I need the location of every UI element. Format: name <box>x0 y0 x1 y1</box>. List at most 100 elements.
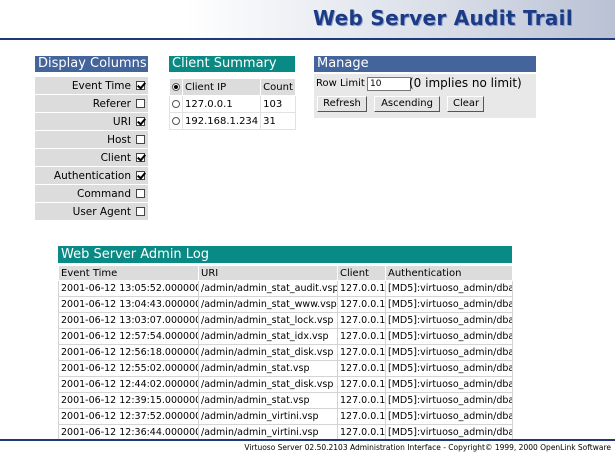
uri-header: URI <box>198 265 338 281</box>
client-radio-127-0-0-1[interactable] <box>172 99 180 108</box>
manage-body: Row Limit (0 implies no limit) Refresh A… <box>314 74 536 118</box>
uri-checkbox[interactable] <box>136 117 145 126</box>
log-client: 127.0.0.1 <box>337 360 386 377</box>
log-auth: [MD5]:virtuoso_admin/dba <box>385 408 513 425</box>
footer-copyright: Virtuoso Server 02.50.2103 Administratio… <box>244 443 611 452</box>
admin-log-panel: Web Server Admin Log Event Time URI Clie… <box>58 246 513 441</box>
display-columns-title: Display Columns <box>35 56 148 74</box>
log-event-time: 2001-06-12 12:55:02.000000 <box>58 360 199 377</box>
host-checkbox[interactable] <box>136 135 145 144</box>
column-option-label: Event Time <box>71 79 131 92</box>
column-option-client: Client <box>35 149 148 167</box>
client-checkbox[interactable] <box>136 153 145 162</box>
log-uri: /admin/admin_stat.vsp <box>198 392 338 409</box>
log-event-time: 2001-06-12 12:57:54.000000 <box>58 328 199 345</box>
log-auth: [MD5]:virtuoso_admin/dba <box>385 312 513 329</box>
log-row: 2001-06-12 12:57:54.000000 /admin/admin_… <box>58 328 513 345</box>
log-event-time: 2001-06-12 13:05:52.000000 <box>58 280 199 297</box>
column-option-event-time: Event Time <box>35 77 148 95</box>
referer-checkbox[interactable] <box>136 99 145 108</box>
row-limit-input[interactable] <box>367 77 411 91</box>
log-client: 127.0.0.1 <box>337 312 386 329</box>
authentication-header: Authentication <box>385 265 513 281</box>
manage-title: Manage <box>314 56 536 74</box>
log-client: 127.0.0.1 <box>337 328 386 345</box>
all-clients-radio[interactable] <box>172 82 180 91</box>
column-option-referer: Referer <box>35 95 148 113</box>
log-header-row: Event Time URI Client Authentication <box>58 265 513 281</box>
log-auth: [MD5]:virtuoso_admin/dba <box>385 280 513 297</box>
admin-log-title: Web Server Admin Log <box>58 246 512 265</box>
log-client: 127.0.0.1 <box>337 408 386 425</box>
client-summary-panel: Client Summary Client IP Count 127.0.0.1… <box>169 56 296 130</box>
row-limit-label: Row Limit <box>316 78 365 89</box>
log-event-time: 2001-06-12 12:39:15.000000 <box>58 392 199 409</box>
column-option-label: Client <box>100 151 131 164</box>
column-option-label: Command <box>77 187 131 200</box>
row-limit-hint: (0 implies no limit) <box>409 76 522 90</box>
log-row: 2001-06-12 13:04:43.000000 /admin/admin_… <box>58 296 513 313</box>
client-header: Client <box>337 265 386 281</box>
page-title: Web Server Audit Trail <box>313 6 573 30</box>
footer-divider <box>0 439 615 441</box>
client-count: 31 <box>260 112 296 130</box>
log-uri: /admin/admin_virtini.vsp <box>198 408 338 425</box>
column-option-host: Host <box>35 131 148 149</box>
log-event-time: 2001-06-12 13:03:07.000000 <box>58 312 199 329</box>
column-option-authentication: Authentication <box>35 167 148 185</box>
log-uri: /admin/admin_stat.vsp <box>198 360 338 377</box>
client-summary-header-row: Client IP Count <box>169 78 296 96</box>
display-columns-panel: Display Columns Event Time Referer URI H… <box>35 56 148 221</box>
log-row: 2001-06-12 12:44:02.000000 /admin/admin_… <box>58 376 513 393</box>
log-uri: /admin/admin_stat_audit.vsp <box>198 280 338 297</box>
log-auth: [MD5]:virtuoso_admin/dba <box>385 360 513 377</box>
log-row: 2001-06-12 13:05:52.000000 /admin/admin_… <box>58 280 513 297</box>
log-event-time: 2001-06-12 12:44:02.000000 <box>58 376 199 393</box>
refresh-button[interactable]: Refresh <box>317 96 367 112</box>
log-auth: [MD5]:virtuoso_admin/dba <box>385 328 513 345</box>
clear-button[interactable]: Clear <box>447 96 484 112</box>
column-option-label: User Agent <box>72 205 131 218</box>
log-client: 127.0.0.1 <box>337 296 386 313</box>
log-uri: /admin/admin_stat_lock.vsp <box>198 312 338 329</box>
column-option-label: Host <box>107 133 131 146</box>
log-row: 2001-06-12 12:55:02.000000 /admin/admin_… <box>58 360 513 377</box>
client-count: 103 <box>260 95 296 113</box>
event-time-checkbox[interactable] <box>136 81 145 90</box>
log-row: 2001-06-12 12:37:52.000000 /admin/admin_… <box>58 408 513 425</box>
client-ip-header: Client IP <box>181 78 262 96</box>
authentication-checkbox[interactable] <box>136 171 145 180</box>
log-event-time: 2001-06-12 12:37:52.000000 <box>58 408 199 425</box>
command-checkbox[interactable] <box>136 189 145 198</box>
client-summary-table: Client IP Count 127.0.0.1 103 192.168.1.… <box>169 78 296 130</box>
log-client: 127.0.0.1 <box>337 376 386 393</box>
column-option-uri: URI <box>35 113 148 131</box>
client-ip: 127.0.0.1 <box>181 95 262 113</box>
log-auth: [MD5]:virtuoso_admin/dba <box>385 296 513 313</box>
log-uri: /admin/admin_stat_disk.vsp <box>198 376 338 393</box>
log-event-time: 2001-06-12 13:04:43.000000 <box>58 296 199 313</box>
column-option-command: Command <box>35 185 148 203</box>
log-event-time: 2001-06-12 12:56:18.000000 <box>58 344 199 361</box>
log-auth: [MD5]:virtuoso_admin/dba <box>385 376 513 393</box>
manage-panel: Manage Row Limit (0 implies no limit) Re… <box>314 56 536 118</box>
log-client: 127.0.0.1 <box>337 344 386 361</box>
client-radio-192-168-1-234[interactable] <box>172 116 180 125</box>
count-header: Count <box>260 78 296 96</box>
log-client: 127.0.0.1 <box>337 392 386 409</box>
page-header: Web Server Audit Trail <box>0 0 615 40</box>
column-option-label: Authentication <box>53 169 131 182</box>
log-uri: /admin/admin_stat_idx.vsp <box>198 328 338 345</box>
log-row: 2001-06-12 13:03:07.000000 /admin/admin_… <box>58 312 513 329</box>
admin-log-table: Event Time URI Client Authentication 200… <box>58 265 513 441</box>
log-uri: /admin/admin_stat_www.vsp <box>198 296 338 313</box>
client-ip: 192.168.1.234 <box>181 112 262 130</box>
client-summary-title: Client Summary <box>169 56 295 74</box>
column-option-label: URI <box>112 115 131 128</box>
log-row: 2001-06-12 12:39:15.000000 /admin/admin_… <box>58 392 513 409</box>
log-auth: [MD5]:virtuoso_admin/dba <box>385 392 513 409</box>
column-option-user-agent: User Agent <box>35 203 148 221</box>
ascending-button[interactable]: Ascending <box>374 96 440 112</box>
event-time-header: Event Time <box>58 265 199 281</box>
user-agent-checkbox[interactable] <box>136 207 145 216</box>
